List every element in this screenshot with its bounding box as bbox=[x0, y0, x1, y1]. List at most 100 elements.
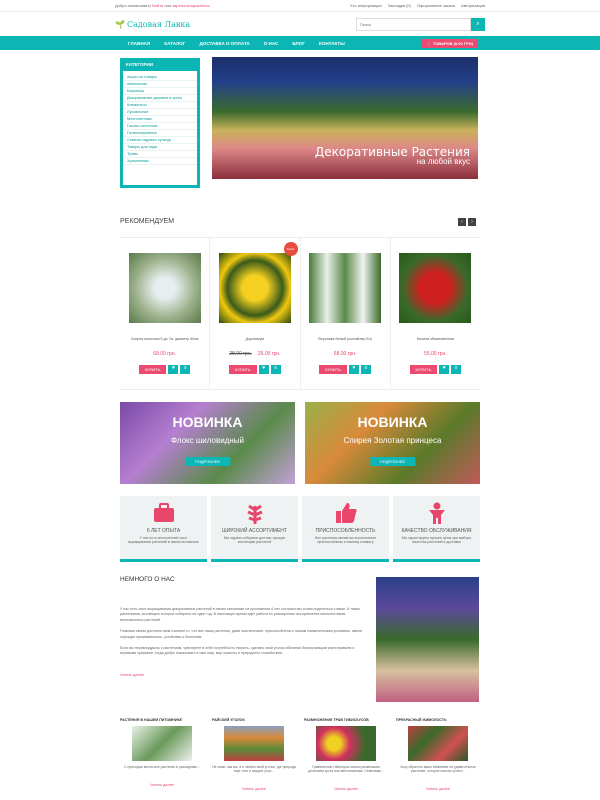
feature-card: ШИРОКИЙ АССОРТИМЕНТ Мы годами собирали д… bbox=[211, 496, 298, 562]
buy-button[interactable]: КУПИТЬ bbox=[409, 365, 438, 374]
nav-catalog[interactable]: КАТАЛОГ bbox=[164, 41, 185, 46]
logo[interactable]: 🌱 Садовая Лавка bbox=[115, 20, 190, 29]
product-image[interactable] bbox=[309, 253, 382, 323]
nav-home[interactable]: ГЛАВНАЯ bbox=[128, 41, 150, 46]
cart-button[interactable]: 🛒 ТОВАРОВ (0.00 ГРН) bbox=[421, 38, 478, 48]
feature-title: ПРИСПОСОБЛЕННОСТЬ bbox=[315, 528, 376, 534]
hero-subtitle: на любой вкус bbox=[416, 157, 470, 166]
news-desc: Травянистые гибискусы можно размножать д… bbox=[308, 765, 384, 773]
old-price: 28.00 грн. bbox=[229, 351, 252, 357]
news-title[interactable]: РАЗМНОЖЕНИЕ ТРАВ ГИБИСКУСОВ bbox=[304, 718, 388, 722]
search-button[interactable]: ⌕ bbox=[471, 17, 485, 31]
category-item[interactable]: Почвопокровные bbox=[123, 130, 197, 137]
nav-contacts[interactable]: КОНТАКТЫ bbox=[319, 41, 345, 46]
search-input[interactable] bbox=[356, 17, 471, 31]
news-read-more-link[interactable]: Читать далее bbox=[304, 787, 388, 791]
category-item[interactable]: Луковичные bbox=[123, 109, 197, 116]
nav-blog[interactable]: БЛОГ bbox=[292, 41, 305, 46]
news-title[interactable]: РАЙСКИЙ УГОЛОК bbox=[212, 718, 296, 722]
news-card: РАЗМНОЖЕНИЕ ТРАВ ГИБИСКУСОВ Травянистые … bbox=[304, 718, 388, 791]
about-paragraph: У нас есть опыт выращивания декоративных… bbox=[120, 607, 360, 622]
category-item[interactable]: Товары для сада bbox=[123, 144, 197, 151]
register-link[interactable]: зарегистрироваться bbox=[172, 3, 209, 8]
wishlist-heart-icon[interactable]: ♥ bbox=[348, 365, 359, 374]
main-nav: ГЛАВНАЯ КАТАЛОГ ДОСТАВКА И ОПЛАТА О НАС … bbox=[0, 36, 600, 50]
category-item[interactable]: Хризантемы bbox=[123, 158, 197, 165]
news-image[interactable] bbox=[316, 726, 376, 761]
product-price: 55.00 грн. bbox=[424, 351, 447, 357]
buy-button[interactable]: КУПИТЬ bbox=[229, 365, 257, 374]
news-title[interactable]: РАСТЕНИЯ В НАШЕМ ПИТОМНИКЕ bbox=[120, 718, 204, 722]
next-arrow-icon[interactable]: › bbox=[468, 218, 476, 226]
buy-button[interactable]: КУПИТЬ bbox=[319, 365, 347, 374]
top-bar: Добро пожаловать! Войти или зарегистриро… bbox=[0, 0, 600, 12]
news-desc: Хочу обратить ваше внимание на удивитель… bbox=[400, 765, 476, 773]
top-link-wishlist[interactable]: Закладки (0) bbox=[388, 3, 411, 8]
feature-desc: Все растения являются экологически присп… bbox=[315, 536, 376, 544]
product-card: Спирея японская 6 до 7м, диаметр 60см 68… bbox=[120, 238, 211, 389]
buy-button[interactable]: КУПИТЬ bbox=[138, 365, 167, 374]
promo-banner-phlox[interactable]: НОВИНКА Флокс шиловидный ПОДРОБНЕЕ bbox=[120, 402, 295, 484]
news-image[interactable] bbox=[132, 726, 192, 761]
news-image[interactable] bbox=[224, 726, 284, 761]
about-section: НЕМНОГО О НАС У нас есть опыт выращивани… bbox=[120, 576, 365, 681]
news-read-more-link[interactable]: Читать далее bbox=[120, 783, 204, 787]
nav-delivery[interactable]: ДОСТАВКА И ОПЛАТА bbox=[199, 41, 249, 46]
category-item[interactable]: Акции на товары bbox=[123, 74, 197, 81]
category-item[interactable]: Клематисы bbox=[123, 102, 197, 109]
nav-about[interactable]: О НАС bbox=[264, 41, 279, 46]
product-card: Вероника белый (колтайлер 5л) 68.00 грн.… bbox=[301, 238, 391, 389]
person-icon bbox=[428, 502, 445, 524]
product-name[interactable]: Калина обыкновенная bbox=[391, 337, 480, 349]
features-row: 6 ЛЕТ ОПЫТА У нас есть многолетний опыт … bbox=[120, 496, 480, 562]
category-item[interactable]: Ампельные bbox=[123, 81, 197, 88]
compare-icon[interactable]: ≡ bbox=[270, 365, 281, 374]
top-link-login[interactable]: Авторизация bbox=[461, 3, 485, 8]
category-item[interactable]: Травы bbox=[123, 151, 197, 158]
or-text: или bbox=[164, 3, 172, 8]
plant-icon bbox=[246, 504, 263, 524]
category-item[interactable]: Семена садовых культур bbox=[123, 137, 197, 144]
login-link[interactable]: Войти bbox=[152, 3, 163, 8]
banner-details-button[interactable]: ПОДРОБНЕЕ bbox=[184, 457, 231, 466]
feature-desc: У нас есть многолетний опыт выращивания … bbox=[128, 536, 199, 544]
wishlist-heart-icon[interactable]: ♥ bbox=[168, 365, 179, 374]
recommend-title: РЕКОМЕНДУЕМ bbox=[120, 218, 175, 225]
category-item[interactable]: Газоны отличные bbox=[123, 123, 197, 130]
top-link-info[interactable]: Кто информация bbox=[350, 3, 381, 8]
product-image[interactable] bbox=[218, 253, 291, 323]
top-link-checkout[interactable]: Оформление заказа bbox=[417, 3, 455, 8]
news-read-more-link[interactable]: Читать далее bbox=[396, 787, 480, 791]
news-row: РАСТЕНИЯ В НАШЕМ ПИТОМНИКЕ С приходом ве… bbox=[120, 718, 480, 791]
compare-icon[interactable]: ≡ bbox=[180, 365, 191, 374]
product-name[interactable]: Спирея японская 6 до 7м, диаметр 60см bbox=[120, 337, 209, 349]
category-item[interactable]: Декоративные деревья и кусты bbox=[123, 95, 197, 102]
prev-arrow-icon[interactable]: ‹ bbox=[458, 218, 466, 226]
news-card: РАСТЕНИЯ В НАШЕМ ПИТОМНИКЕ С приходом ве… bbox=[120, 718, 204, 791]
product-image[interactable] bbox=[128, 253, 201, 323]
news-image[interactable] bbox=[408, 726, 468, 761]
compare-icon[interactable]: ≡ bbox=[360, 365, 371, 374]
about-read-more-link[interactable]: Читать далее bbox=[120, 673, 144, 677]
feature-desc: Мы годами собирали для вас лучшую коллек… bbox=[223, 536, 286, 544]
news-card: ПРЕКРАСНЫЙ ЖИМОЛОСТЬ Хочу обратить ваше … bbox=[396, 718, 480, 791]
search-icon: ⌕ bbox=[476, 20, 480, 27]
feature-desc: Мы гарантируем лучшее цены при выборе ка… bbox=[401, 536, 472, 544]
compare-icon[interactable]: ≡ bbox=[451, 365, 462, 374]
category-item[interactable]: Многолетники bbox=[123, 116, 197, 123]
product-name[interactable]: Вероника белый (колтайлер 5л) bbox=[301, 337, 390, 349]
product-price: 68.00 грн. bbox=[153, 351, 176, 357]
briefcase-icon bbox=[153, 503, 174, 522]
feature-title: ШИРОКИЙ АССОРТИМЕНТ bbox=[222, 528, 287, 534]
category-item[interactable]: Бархатцы bbox=[123, 88, 197, 95]
product-image[interactable] bbox=[399, 253, 472, 323]
news-read-more-link[interactable]: Читать далее bbox=[212, 787, 296, 791]
hero-banner[interactable]: Декоративные Растения на любой вкус bbox=[212, 57, 478, 179]
product-card: Калина обыкновенная 55.00 грн. КУПИТЬ ♥ ≡ bbox=[391, 238, 480, 389]
news-title[interactable]: ПРЕКРАСНЫЙ ЖИМОЛОСТЬ bbox=[396, 718, 480, 722]
wishlist-heart-icon[interactable]: ♥ bbox=[439, 365, 450, 374]
wishlist-heart-icon[interactable]: ♥ bbox=[258, 365, 269, 374]
promo-banner-spirea[interactable]: НОВИНКА Спирея Золотая принцеса ПОДРОБНЕ… bbox=[305, 402, 480, 484]
banner-details-button[interactable]: ПОДРОБНЕЕ bbox=[369, 457, 416, 466]
product-name[interactable]: Дороникум bbox=[210, 337, 299, 349]
